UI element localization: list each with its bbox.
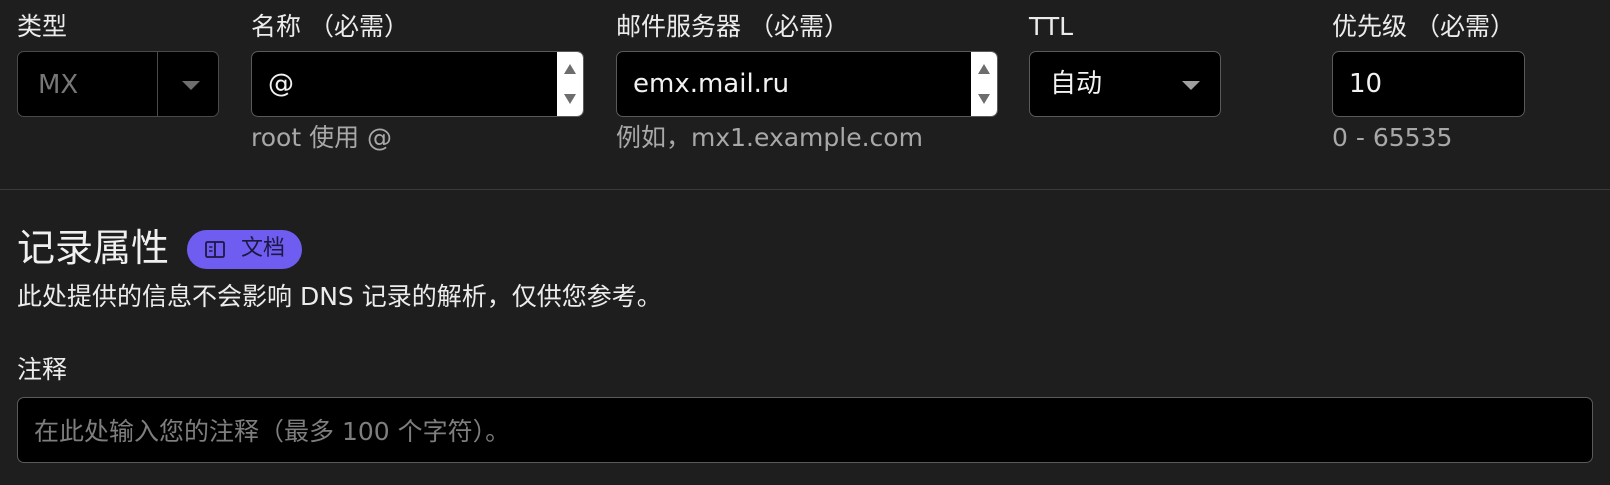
priority-value: 10	[1349, 69, 1383, 99]
section-description: 此处提供的信息不会影响 DNS 记录的解析，仅供您参考。	[17, 282, 662, 311]
docs-badge-label: 文档	[241, 236, 286, 261]
name-input[interactable]: @	[251, 51, 584, 117]
name-stepper[interactable]	[557, 52, 583, 116]
type-select-separator	[157, 52, 158, 116]
type-label: 类型	[17, 12, 68, 41]
section-title: 记录属性	[17, 226, 170, 270]
arrow-up-icon[interactable]	[564, 64, 576, 74]
ttl-value: 自动	[1050, 69, 1103, 99]
name-value: @	[268, 69, 294, 99]
ttl-select[interactable]: 自动	[1029, 51, 1221, 117]
chevron-down-icon	[182, 81, 200, 90]
type-select[interactable]: MX	[17, 51, 219, 117]
comment-field[interactable]: 在此处输入您的注释（最多 100 个字符）。	[17, 397, 1593, 463]
arrow-down-icon[interactable]	[978, 94, 990, 104]
priority-hint: 0 - 65535	[1332, 123, 1453, 152]
comment-placeholder: 在此处输入您的注释（最多 100 个字符）。	[34, 417, 511, 446]
priority-label: 优先级 （必需）	[1332, 12, 1515, 41]
priority-input[interactable]: 10	[1332, 51, 1525, 117]
comment-label: 注释	[17, 355, 68, 384]
chevron-down-icon	[1182, 81, 1200, 90]
mail-server-input[interactable]: emx.mail.ru	[616, 51, 998, 117]
name-label: 名称 （必需）	[251, 12, 409, 41]
mail-server-label: 邮件服务器 （必需）	[616, 12, 849, 41]
mail-server-value: emx.mail.ru	[633, 69, 790, 99]
arrow-down-icon[interactable]	[564, 94, 576, 104]
mail-server-stepper[interactable]	[971, 52, 997, 116]
section-divider	[0, 189, 1610, 190]
name-hint: root 使用 @	[251, 123, 393, 152]
arrow-up-icon[interactable]	[978, 64, 990, 74]
mail-server-hint: 例如，mx1.example.com	[616, 123, 923, 152]
docs-badge[interactable]: 文档	[187, 230, 302, 269]
ttl-label: TTL	[1029, 12, 1074, 41]
book-icon	[205, 241, 225, 262]
type-value: MX	[38, 70, 79, 100]
